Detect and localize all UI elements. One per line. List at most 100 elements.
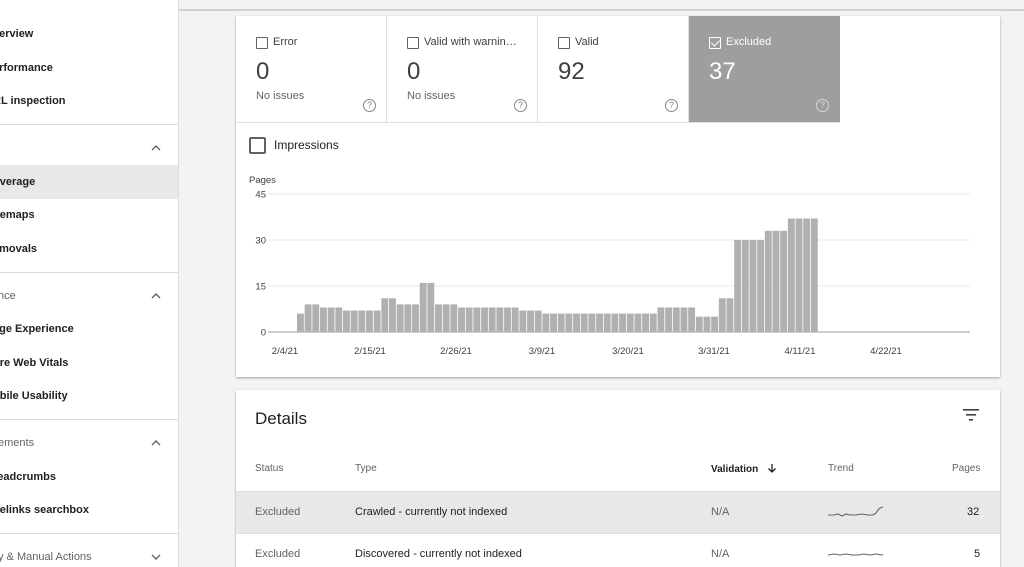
help-icon[interactable]: ? — [816, 99, 829, 112]
chart-bar[interactable] — [504, 307, 511, 332]
chart-bar[interactable] — [695, 316, 703, 332]
sidebar-item-core-web-vitals[interactable]: ore Web Vitals — [0, 346, 178, 380]
sidebar-item-performance[interactable]: erformance — [0, 51, 178, 85]
checkbox-checked[interactable] — [709, 37, 721, 49]
chart-bar[interactable] — [588, 313, 596, 332]
chart-bar[interactable] — [787, 218, 795, 332]
chart-bar[interactable] — [688, 307, 696, 332]
chart-bar[interactable] — [350, 310, 358, 332]
chart-bar[interactable] — [335, 307, 343, 332]
chart-bar[interactable] — [481, 307, 488, 332]
help-icon[interactable]: ? — [514, 99, 527, 112]
chart-bar[interactable] — [412, 304, 419, 332]
sidebar-item-removals[interactable]: emovals — [0, 232, 178, 266]
chart-bar[interactable] — [619, 313, 627, 332]
sidebar-section-experience[interactable]: nce — [0, 279, 178, 313]
chart-bar[interactable] — [343, 310, 350, 332]
chart-bar[interactable] — [527, 310, 534, 332]
chart-bar[interactable] — [603, 313, 611, 332]
chart-bar[interactable] — [297, 313, 304, 332]
sidebar-item-sitelinks-searchbox[interactable]: itelinks searchbox — [0, 493, 178, 527]
chart-bar[interactable] — [519, 310, 527, 332]
impressions-checkbox[interactable] — [249, 137, 266, 154]
chart-bar[interactable] — [764, 230, 772, 332]
chart-bar[interactable] — [657, 307, 665, 332]
chart-bar[interactable] — [327, 307, 335, 332]
chart-bar[interactable] — [596, 313, 603, 332]
chart-bar[interactable] — [580, 313, 588, 332]
chart-bar[interactable] — [304, 304, 312, 332]
chart-bar[interactable] — [465, 307, 473, 332]
chart-bar[interactable] — [665, 307, 673, 332]
chart-bar[interactable] — [795, 218, 803, 332]
chart-bar[interactable] — [642, 313, 650, 332]
chart-bar[interactable] — [649, 313, 657, 332]
checkbox[interactable] — [407, 37, 419, 49]
chart-bar[interactable] — [534, 310, 542, 332]
tile-error[interactable]: Error 0 No issues ? — [236, 16, 387, 123]
chart-bar[interactable] — [711, 316, 719, 332]
chart-bar[interactable] — [435, 304, 442, 332]
filter-icon[interactable] — [963, 408, 979, 422]
tile-valid[interactable]: Valid 92 ? — [538, 16, 689, 123]
chart-bar[interactable] — [557, 313, 565, 332]
chart-bar[interactable] — [373, 310, 381, 332]
chart-bar[interactable] — [442, 304, 450, 332]
sidebar-item-breadcrumbs[interactable]: readcrumbs — [0, 460, 178, 494]
sidebar-item-page-experience[interactable]: age Experience — [0, 312, 178, 346]
chart-bar[interactable] — [634, 313, 642, 332]
chart-bar[interactable] — [511, 307, 519, 332]
sidebar-item-url-inspection[interactable]: RL inspection — [0, 84, 178, 118]
chart-bar[interactable] — [550, 313, 557, 332]
help-icon[interactable]: ? — [665, 99, 678, 112]
chart-bar[interactable] — [810, 218, 818, 332]
chart-bar[interactable] — [542, 313, 550, 332]
tile-excluded[interactable]: Excluded 37 ? — [689, 16, 840, 123]
chart-bar[interactable] — [381, 298, 389, 332]
chart-bar[interactable] — [496, 307, 504, 332]
sidebar-section-index[interactable] — [0, 131, 178, 165]
chart-bar[interactable] — [757, 240, 765, 332]
sidebar-item-sitemaps[interactable]: itemaps — [0, 198, 178, 232]
chart-bar[interactable] — [741, 240, 749, 332]
chart-bar[interactable] — [565, 313, 573, 332]
chart-bar[interactable] — [680, 307, 688, 332]
chart-bar[interactable] — [703, 316, 711, 332]
chart-bar[interactable] — [404, 304, 412, 332]
chart-bar[interactable] — [488, 307, 496, 332]
table-row[interactable]: Excluded Crawled - currently not indexed… — [236, 491, 1000, 533]
help-icon[interactable]: ? — [363, 99, 376, 112]
checkbox[interactable] — [558, 37, 570, 49]
tile-valid-with-warnings[interactable]: Valid with warnin… 0 No issues ? — [387, 16, 538, 123]
chart-bar[interactable] — [358, 310, 366, 332]
sidebar-item-mobile-usability[interactable]: obile Usability — [0, 379, 178, 413]
column-header-validation[interactable]: Validation — [711, 463, 777, 475]
chart-bar[interactable] — [312, 304, 320, 332]
chart-bar[interactable] — [626, 313, 634, 332]
chart-bar[interactable] — [780, 230, 788, 332]
chart-bar[interactable] — [389, 298, 396, 332]
chart-bar[interactable] — [573, 313, 580, 332]
column-header-status[interactable]: Status — [255, 463, 283, 474]
chart-bar[interactable] — [396, 304, 404, 332]
chart-bar[interactable] — [611, 313, 619, 332]
chart-bar[interactable] — [772, 230, 780, 332]
chart-bar[interactable] — [803, 218, 811, 332]
chart-bar[interactable] — [320, 307, 327, 332]
chart-bar[interactable] — [473, 307, 481, 332]
sidebar-section-enhancements[interactable]: ements — [0, 426, 178, 460]
chart-bar[interactable] — [718, 298, 726, 332]
chart-bar[interactable] — [427, 282, 435, 332]
column-header-pages[interactable]: Pages — [952, 463, 980, 474]
sidebar-item-coverage[interactable]: overage — [0, 165, 178, 199]
chart-bar[interactable] — [749, 240, 757, 332]
chart-bar[interactable] — [366, 310, 373, 332]
checkbox[interactable] — [256, 37, 268, 49]
chart-bar[interactable] — [672, 307, 680, 332]
chart-bar[interactable] — [734, 240, 742, 332]
table-row[interactable]: Excluded Discovered - currently not inde… — [236, 533, 1000, 567]
column-header-type[interactable]: Type — [355, 463, 377, 474]
chart-bar[interactable] — [450, 304, 458, 332]
chart-bar[interactable] — [726, 298, 734, 332]
chart-bar[interactable] — [458, 307, 465, 332]
